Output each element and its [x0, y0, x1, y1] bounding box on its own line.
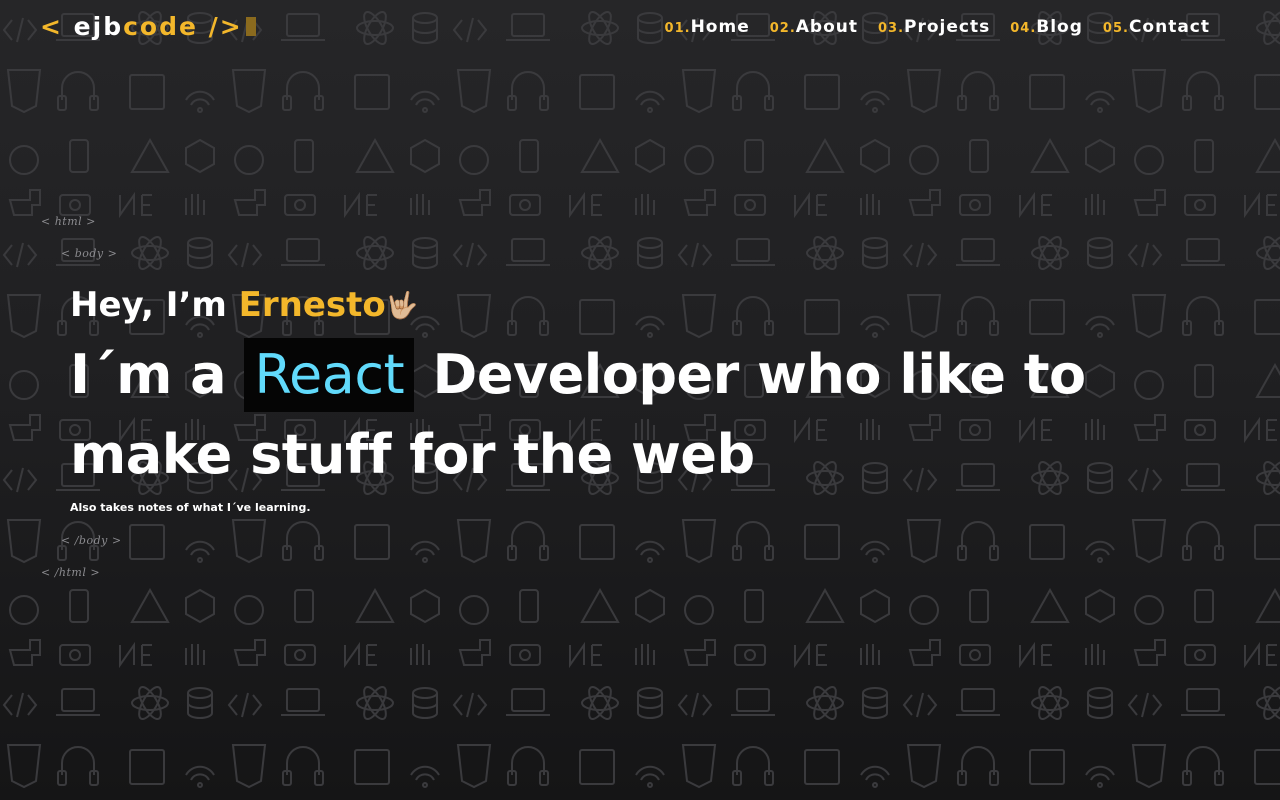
headline-tech-highlight: React: [244, 338, 415, 412]
nav-number: 05.: [1102, 21, 1129, 36]
nav-number: 01.: [664, 21, 691, 36]
nav-number: 02.: [769, 21, 796, 36]
nav-label: Contact: [1128, 17, 1210, 37]
nav-label: Blog: [1036, 17, 1083, 37]
nav-number: 04.: [1010, 21, 1037, 36]
html-close-tag: < /html >: [41, 566, 101, 579]
body-open-tag: < body >: [61, 247, 118, 260]
nav-item-projects[interactable]: 03.Projects: [878, 17, 990, 37]
greeting-prefix: Hey, I’m: [70, 285, 227, 325]
nav-item-about[interactable]: 02.About: [770, 17, 858, 37]
logo-close-bracket: />: [208, 12, 243, 41]
html-open-tag: < html >: [41, 215, 96, 228]
nav-label: About: [795, 17, 858, 37]
nav-item-blog[interactable]: 04.Blog: [1010, 17, 1083, 37]
headline: I´m a React Developer who like to make s…: [70, 335, 1220, 495]
hero-section: Hey, I’m Ernesto🤟🏼 I´m a React Developer…: [70, 280, 1220, 514]
main-nav: 01.Home 02.About 03.Projects 04.Blog 05.…: [665, 17, 1210, 37]
site-logo[interactable]: < ejbcode />: [40, 12, 256, 41]
body-close-tag: < /body >: [61, 534, 122, 547]
rock-hand-icon: 🤟🏼: [385, 291, 419, 321]
logo-cursor-block: [245, 17, 256, 36]
nav-label: Projects: [904, 17, 991, 37]
hero-subtitle: Also takes notes of what I´ve learning.: [70, 501, 311, 514]
nav-number: 03.: [878, 21, 905, 36]
greeting: Hey, I’m Ernesto🤟🏼: [70, 280, 1220, 331]
nav-item-home[interactable]: 01.Home: [665, 17, 750, 37]
logo-main-text: ejb: [73, 12, 124, 41]
nav-label: Home: [690, 17, 750, 37]
logo-open-bracket: <: [40, 12, 63, 41]
headline-prefix: I´m a: [70, 343, 227, 406]
nav-item-contact[interactable]: 05.Contact: [1103, 17, 1210, 37]
logo-accent-text: code: [123, 12, 198, 41]
greeting-name: Ernesto: [238, 285, 386, 325]
